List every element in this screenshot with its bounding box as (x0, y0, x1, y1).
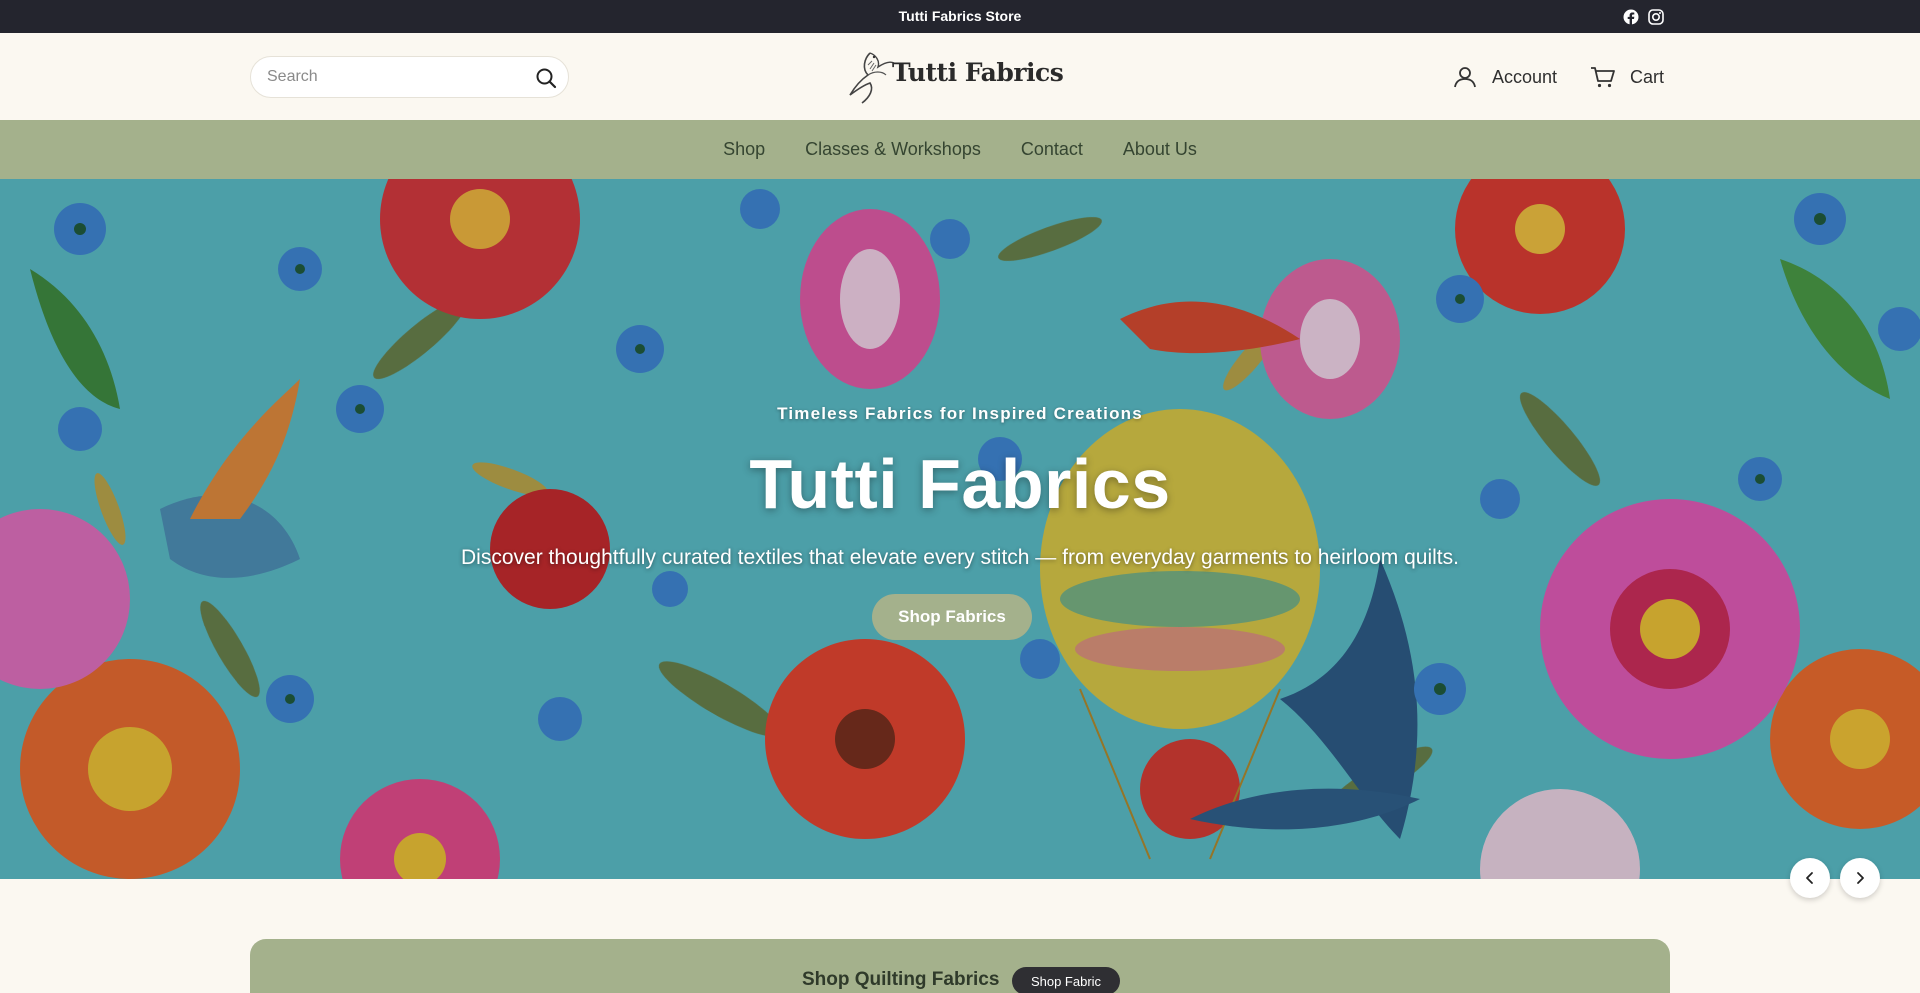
hero-eyebrow: Timeless Fabrics for Inspired Creations (777, 404, 1143, 423)
search-input[interactable] (267, 57, 517, 97)
search-icon[interactable] (534, 66, 558, 90)
announcement-bar: Tutti Fabrics Store (0, 0, 1920, 33)
facebook-icon[interactable] (1623, 9, 1639, 25)
hero-title: Tutti Fabrics (749, 445, 1171, 523)
user-icon (1454, 67, 1476, 88)
slider-prev-button[interactable] (1790, 858, 1830, 898)
chevron-right-icon (1857, 872, 1864, 884)
shop-fabrics-button[interactable]: Shop Fabrics (872, 594, 1032, 640)
cart-icon (1591, 67, 1615, 88)
cart-label: Cart (1630, 66, 1665, 87)
promo-strip: Shop Quilting Fabrics Shop Fabric (250, 939, 1670, 993)
hummingbird-logo-icon (849, 52, 895, 104)
search-box[interactable] (250, 56, 569, 98)
site-header: Tutti Fabrics Account Cart (0, 33, 1920, 120)
instagram-icon[interactable] (1648, 9, 1664, 25)
nav-item-classes-workshops[interactable]: Classes & Workshops (805, 135, 981, 164)
site-logo[interactable]: Tutti Fabrics (840, 45, 1064, 107)
cart-link[interactable]: Cart (1590, 62, 1664, 92)
hero-content: Timeless Fabrics for Inspired Creations … (0, 179, 1920, 879)
main-nav: Shop Classes & Workshops Contact About U… (0, 120, 1920, 179)
nav-item-shop[interactable]: Shop (723, 135, 765, 164)
shop-fabric-button[interactable]: Shop Fabric (1012, 967, 1120, 993)
chevron-left-icon (1806, 872, 1813, 884)
hero-banner: Timeless Fabrics for Inspired Creations … (0, 179, 1920, 879)
nav-item-about-us[interactable]: About Us (1123, 135, 1197, 164)
nav-item-contact[interactable]: Contact (1021, 135, 1083, 164)
promo-label: Shop Quilting Fabrics (802, 969, 1000, 990)
logo-text: Tutti Fabrics (892, 58, 1064, 87)
account-link[interactable]: Account (1452, 62, 1557, 92)
hero-subtitle: Discover thoughtfully curated textiles t… (461, 546, 1459, 569)
slider-next-button[interactable] (1840, 858, 1880, 898)
account-label: Account (1492, 66, 1558, 87)
